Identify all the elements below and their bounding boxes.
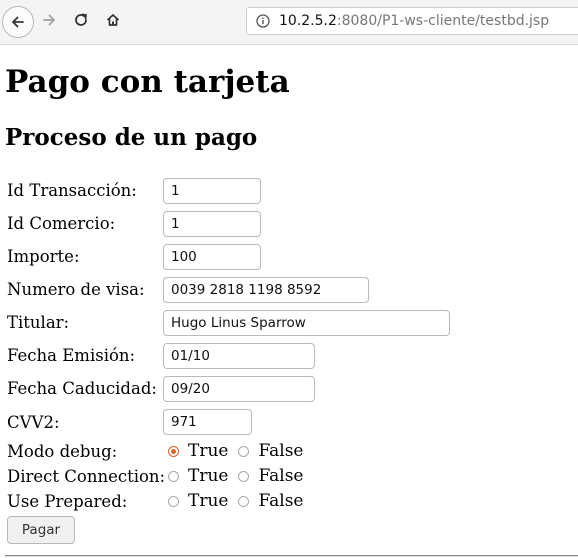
use-prepared-true-label: True: [188, 491, 229, 511]
fecha-emision-input[interactable]: [163, 343, 315, 369]
use-prepared-false-radio[interactable]: [238, 495, 250, 507]
use-prepared-false-label: False: [258, 491, 304, 511]
pagar-button[interactable]: Pagar: [7, 516, 75, 544]
use-prepared-true-radio[interactable]: [168, 495, 179, 507]
id-comercio-label: Id Comercio:: [7, 214, 116, 233]
arrow-left-icon: [12, 16, 24, 28]
cvv2-label: CVV2:: [7, 413, 60, 432]
importe-label: Importe:: [7, 247, 80, 266]
url-host: 10.2.5.2: [279, 13, 337, 29]
modo-debug-label: Modo debug:: [7, 442, 118, 461]
titular-input[interactable]: [163, 310, 450, 336]
modo-debug-true-label: True: [188, 441, 229, 461]
page-subtitle: Proceso de un pago: [5, 124, 258, 151]
direct-connection-radio-group: True False: [168, 466, 313, 486]
reload-button[interactable]: [66, 5, 96, 35]
numero-visa-label: Numero de visa:: [7, 280, 145, 299]
fecha-caducidad-label: Fecha Caducidad:: [7, 379, 157, 398]
home-icon: [106, 14, 120, 26]
url-path: :8080/P1-ws-cliente/testbd.jsp: [336, 13, 550, 29]
divider: [5, 555, 578, 557]
url-bar[interactable]: 10.2.5.2:8080/P1-ws-cliente/testbd.jsp: [246, 7, 578, 35]
modo-debug-false-radio[interactable]: [238, 445, 250, 457]
direct-connection-label: Direct Connection:: [7, 467, 166, 486]
direct-connection-true-radio[interactable]: [168, 470, 179, 482]
direct-connection-false-radio[interactable]: [238, 470, 250, 482]
info-icon[interactable]: [256, 14, 270, 28]
reload-icon: [75, 13, 87, 26]
importe-input[interactable]: [163, 244, 261, 270]
cvv2-input[interactable]: [163, 409, 252, 435]
id-transaccion-input[interactable]: [163, 178, 261, 204]
page-title: Pago con tarjeta: [5, 64, 290, 100]
titular-label: Titular:: [7, 313, 70, 332]
direct-connection-true-label: True: [188, 466, 229, 486]
browser-toolbar: 10.2.5.2:8080/P1-ws-cliente/testbd.jsp: [0, 0, 578, 45]
forward-button[interactable]: [34, 5, 64, 35]
home-button[interactable]: [98, 5, 128, 35]
direct-connection-false-label: False: [258, 466, 304, 486]
modo-debug-false-label: False: [258, 441, 304, 461]
numero-visa-input[interactable]: [163, 277, 369, 303]
arrow-right-icon: [43, 14, 55, 26]
id-comercio-input[interactable]: [163, 211, 261, 237]
use-prepared-radio-group: True False: [168, 491, 313, 511]
modo-debug-true-radio[interactable]: [168, 445, 179, 457]
fecha-emision-label: Fecha Emisión:: [7, 346, 136, 365]
modo-debug-radio-group: True False: [168, 441, 313, 461]
fecha-caducidad-input[interactable]: [163, 376, 315, 402]
id-transaccion-label: Id Transacción:: [7, 181, 137, 200]
use-prepared-label: Use Prepared:: [7, 492, 128, 511]
back-button[interactable]: [2, 6, 34, 38]
